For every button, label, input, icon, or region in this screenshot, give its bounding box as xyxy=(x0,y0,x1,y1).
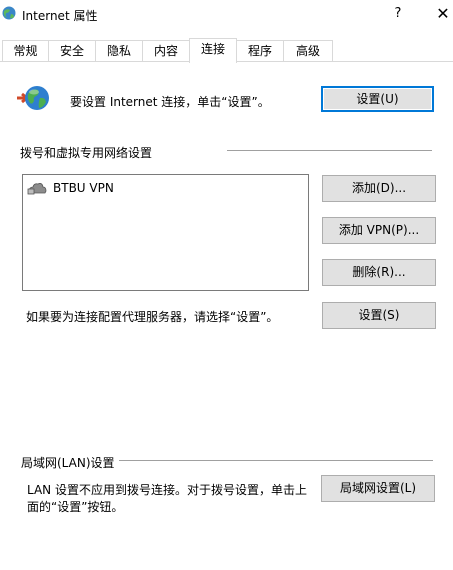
close-button[interactable]: ✕ xyxy=(433,4,453,24)
tab-general[interactable]: 常规 xyxy=(2,40,49,62)
vpn-connection-name: BTBU VPN xyxy=(53,181,114,195)
internet-options-icon xyxy=(2,6,16,20)
dialup-group-title: 拨号和虚拟专用网络设置 xyxy=(20,144,157,161)
connections-list[interactable]: BTBU VPN xyxy=(22,174,309,291)
tab-content[interactable]: 内容 xyxy=(142,40,190,62)
setup-button[interactable]: 设置(U) xyxy=(321,86,434,112)
list-item[interactable]: BTBU VPN xyxy=(27,179,114,197)
proxy-settings-button[interactable]: 设置(S) xyxy=(322,302,436,329)
tab-programs[interactable]: 程序 xyxy=(236,40,284,62)
window-title: Internet 属性 xyxy=(22,9,98,23)
help-button[interactable]: ? xyxy=(388,4,408,24)
add-button[interactable]: 添加(D)... xyxy=(322,175,436,202)
lan-description: LAN 设置不应用到拨号连接。对于拨号设置，单击上面的“设置”按钮。 xyxy=(27,483,307,514)
tab-privacy[interactable]: 隐私 xyxy=(95,40,143,62)
tab-security[interactable]: 安全 xyxy=(48,40,96,62)
remove-button[interactable]: 删除(R)... xyxy=(322,259,436,286)
proxy-description: 如果要为连接配置代理服务器，请选择“设置”。 xyxy=(26,310,279,324)
add-vpn-button[interactable]: 添加 VPN(P)... xyxy=(322,217,436,244)
title-bar: Internet 属性 ? ✕ xyxy=(0,0,453,30)
globe-network-icon xyxy=(17,86,49,110)
lan-group-title: 局域网(LAN)设置 xyxy=(21,454,119,471)
tab-advanced[interactable]: 高级 xyxy=(283,40,333,62)
tab-connections[interactable]: 连接 xyxy=(189,38,237,63)
lan-group-divider xyxy=(117,460,433,461)
lan-settings-button[interactable]: 局域网设置(L) xyxy=(321,475,435,502)
dialup-group-divider xyxy=(227,150,432,151)
setup-description: 要设置 Internet 连接，单击“设置”。 xyxy=(70,95,270,109)
tab-strip: 常规 安全 隐私 内容 连接 程序 高级 xyxy=(0,38,453,63)
vpn-connection-icon xyxy=(27,183,47,195)
